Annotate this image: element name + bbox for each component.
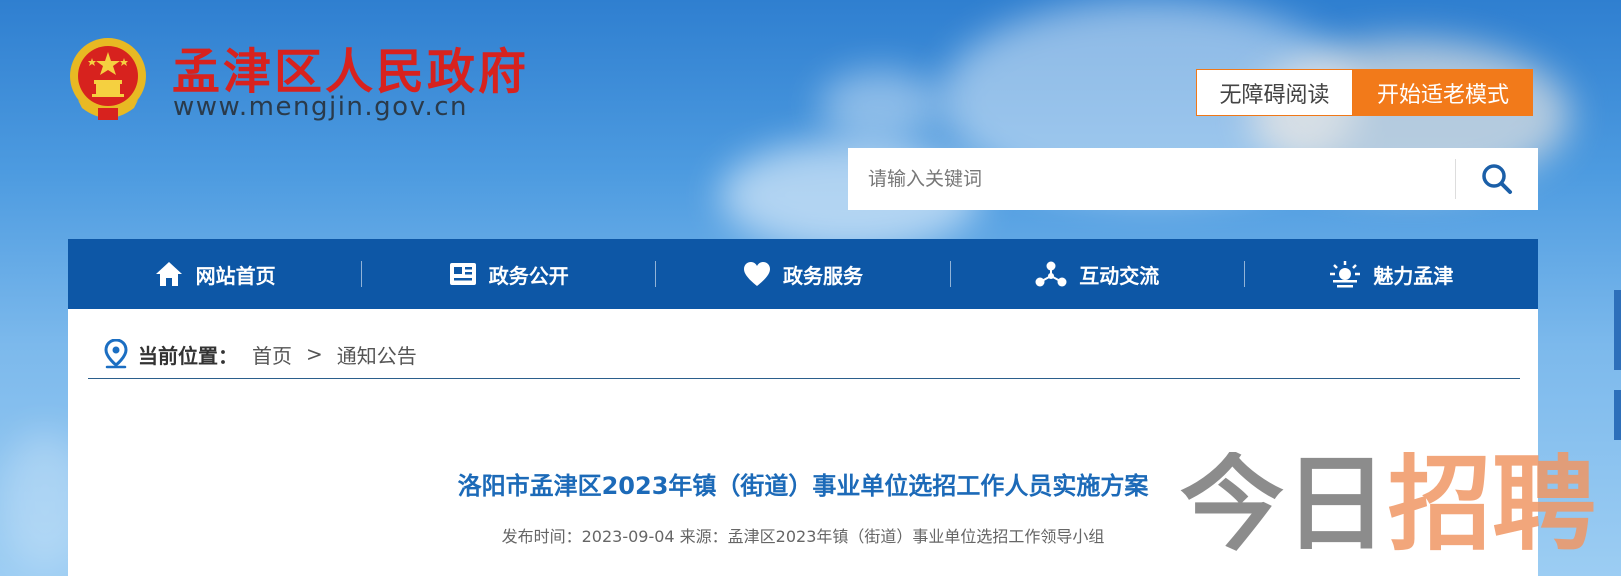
heart-icon (744, 262, 770, 286)
nav-item-government-services[interactable]: 政务服务 (656, 239, 949, 309)
site-url: www.mengjin.gov.cn (173, 92, 468, 122)
search-icon (1482, 164, 1512, 194)
nav-item-interaction[interactable]: 互动交流 (951, 239, 1244, 309)
watermark-text-orange: 招聘 (1388, 452, 1597, 565)
national-emblem-icon (70, 38, 146, 120)
breadcrumb-separator: > (306, 342, 323, 366)
nav-item-label: 网站首页 (195, 263, 276, 288)
network-icon (1035, 261, 1067, 287)
side-float-tab[interactable] (1614, 390, 1621, 440)
nav-item-government-affairs[interactable]: 政务公开 (362, 239, 655, 309)
nav-item-label: 魅力孟津 (1373, 263, 1454, 288)
nav-item-label: 互动交流 (1079, 263, 1160, 288)
nav-item-label: 政务公开 (488, 263, 569, 288)
watermark-text-gray: 今日 (1180, 452, 1389, 565)
sunrise-icon (1330, 261, 1361, 288)
search-input[interactable] (848, 148, 1455, 210)
nav-item-label: 政务服务 (783, 263, 863, 288)
breadcrumb-label: 当前位置： (138, 343, 238, 368)
nav-item-charm-mengjin[interactable]: 魅力孟津 (1245, 239, 1538, 309)
breadcrumb: 当前位置： 首页 > 通知公告 (104, 339, 417, 369)
home-icon (155, 262, 182, 286)
sky-cloud (820, 70, 940, 140)
watermark: 今日招聘 (1180, 452, 1621, 576)
news-icon (449, 263, 476, 285)
breadcrumb-home-link[interactable]: 首页 (252, 340, 292, 369)
breadcrumb-current-link[interactable]: 通知公告 (337, 340, 417, 369)
side-float-tab[interactable] (1614, 290, 1621, 370)
elder-mode-button[interactable]: 开始适老模式 (1353, 69, 1533, 116)
nav-item-home[interactable]: 网站首页 (68, 239, 361, 309)
breadcrumb-divider (88, 378, 1520, 379)
location-pin-icon (104, 339, 128, 369)
search-button[interactable] (1456, 148, 1538, 210)
accessibility-reading-button[interactable]: 无障碍阅读 (1196, 69, 1353, 116)
main-nav: 网站首页 政务公开 政务服务 互动交流 魅力孟津 (68, 239, 1538, 309)
search-bar (848, 148, 1538, 210)
